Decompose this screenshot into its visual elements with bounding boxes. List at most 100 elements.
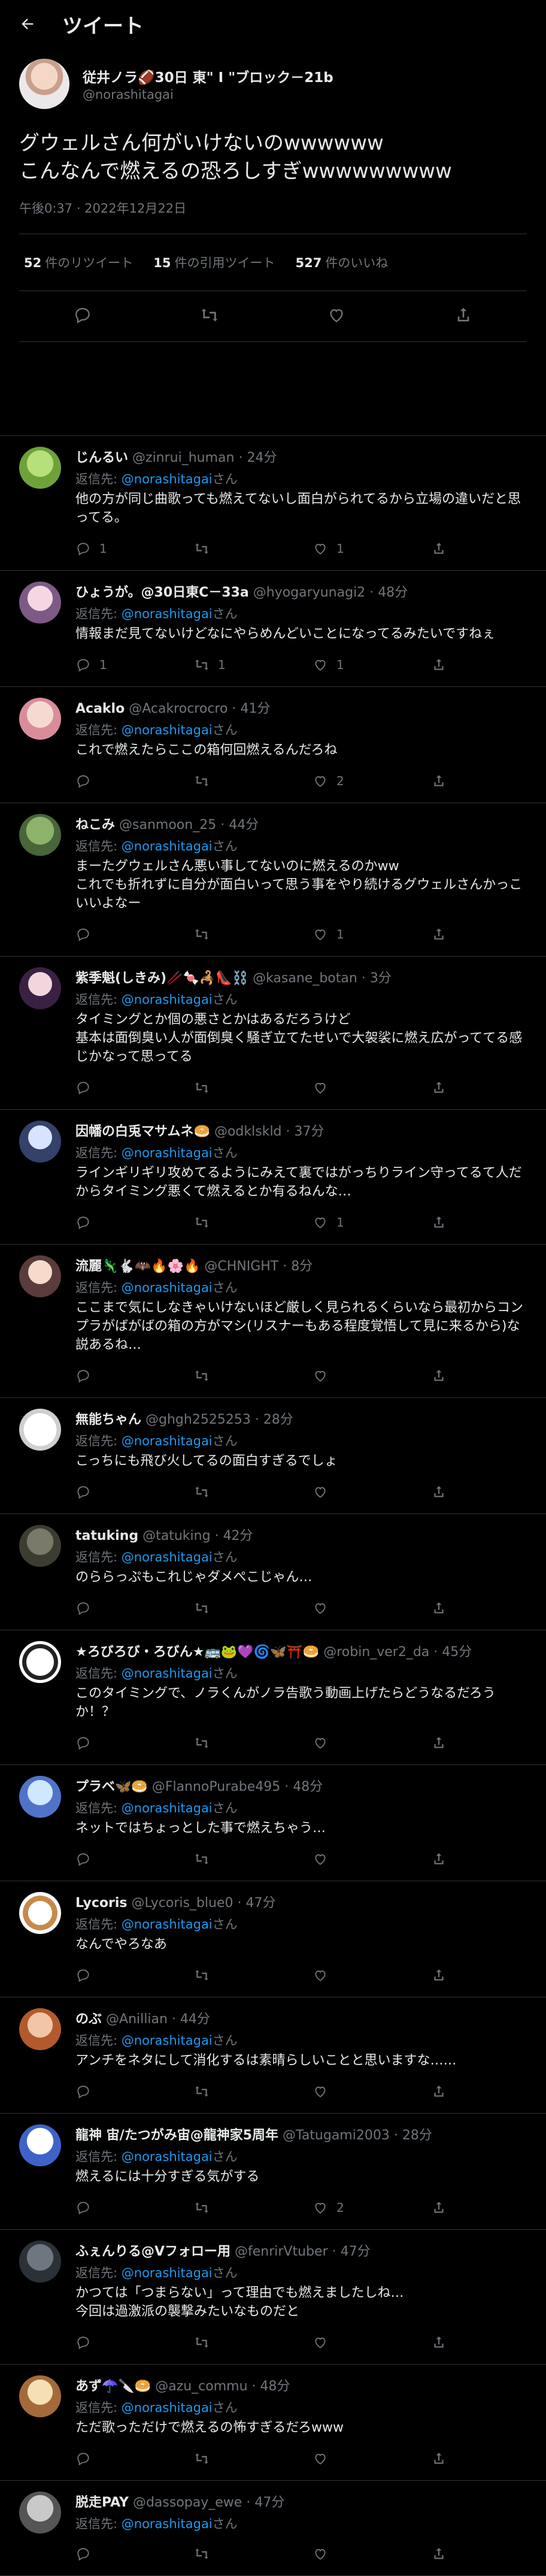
- reply-author-handle[interactable]: @CHNIGHT: [204, 1259, 278, 1274]
- reply-tweet[interactable]: 紫季魁(しきみ)🥢🍬🦂👠⛓️ @kasane_botan · 3分 返信先: @…: [0, 956, 546, 1110]
- reply-time[interactable]: · 48分: [284, 1779, 323, 1794]
- retweet-button[interactable]: [194, 927, 313, 942]
- reply-tweet[interactable]: 流麗🦎🐇🦇🔥🌸🔥 @CHNIGHT · 8分 返信先: @norashitaga…: [0, 1245, 546, 1398]
- reply-author-handle[interactable]: @tatuking: [142, 1528, 210, 1543]
- avatar[interactable]: [19, 1525, 61, 1567]
- share-button[interactable]: [431, 927, 447, 942]
- reply-tweet[interactable]: Lycoris @Lycoris_blue0 · 47分 返信先: @noras…: [0, 1881, 546, 1997]
- avatar[interactable]: [19, 1121, 61, 1163]
- reply-time[interactable]: · 8分: [283, 1259, 313, 1274]
- reply-to-mention[interactable]: @norashitagai: [122, 2401, 213, 2415]
- reply-to-mention[interactable]: @norashitagai: [122, 723, 213, 737]
- share-button[interactable]: [431, 1368, 447, 1384]
- reply-author-handle[interactable]: @azu_commu: [155, 2379, 247, 2394]
- reply-time[interactable]: · 3分: [362, 971, 392, 986]
- share-button[interactable]: [431, 1215, 447, 1230]
- reply-author-name[interactable]: あず☂️🔪🥯: [75, 2379, 151, 2394]
- avatar[interactable]: [19, 59, 69, 109]
- reply-to-mention[interactable]: @norashitagai: [122, 1801, 213, 1815]
- reply-button[interactable]: [75, 1735, 194, 1751]
- share-button[interactable]: [431, 2084, 447, 2099]
- reply-time[interactable]: · 45分: [433, 1645, 472, 1660]
- reply-author-name[interactable]: ねこみ: [75, 818, 115, 833]
- reply-button[interactable]: [75, 2200, 194, 2215]
- reply-author-name[interactable]: 流麗🦎🐇🦇🔥🌸🔥: [75, 1259, 200, 1274]
- avatar[interactable]: [19, 2492, 61, 2533]
- share-button[interactable]: [431, 657, 447, 673]
- like-button[interactable]: [313, 1080, 431, 1095]
- like-button[interactable]: [313, 1600, 431, 1616]
- reply-author-name[interactable]: 龍神 宙/たつがみ宙@龍神家5周年: [75, 2128, 278, 2143]
- retweet-button[interactable]: [194, 2335, 313, 2350]
- reply-tweet[interactable]: ねこみ @sanmoon_25 · 44分 返信先: @norashitagai…: [0, 803, 546, 956]
- avatar[interactable]: [19, 1892, 61, 1934]
- avatar[interactable]: [19, 814, 61, 856]
- retweet-button[interactable]: [194, 1600, 313, 1616]
- reply-author-handle[interactable]: @FlannoPurabe495: [152, 1779, 280, 1794]
- like-button[interactable]: 2: [313, 2200, 431, 2215]
- reply-time[interactable]: · 48分: [252, 2379, 290, 2394]
- share-button[interactable]: [431, 1851, 447, 1867]
- like-button[interactable]: [313, 1484, 431, 1500]
- reply-author-handle[interactable]: @robin_ver2_da: [323, 1645, 429, 1660]
- share-button[interactable]: [431, 1080, 447, 1095]
- reply-tweet[interactable]: ★ろびろび・ろびん★🚌🐸💜🌀🦋⛩️🥯 @robin_ver2_da · 45分 …: [0, 1630, 546, 1765]
- like-button[interactable]: [313, 2546, 431, 2562]
- share-button[interactable]: [431, 2335, 447, 2350]
- reply-author-handle[interactable]: @odklskld: [214, 1124, 282, 1139]
- reply-author-name[interactable]: Acaklo: [75, 701, 125, 716]
- reply-tweet[interactable]: のぶ @Anillian · 44分 返信先: @norashitagaiさん …: [0, 1997, 546, 2114]
- share-button[interactable]: [431, 1600, 447, 1616]
- avatar[interactable]: [19, 1255, 61, 1297]
- reply-button[interactable]: [75, 1215, 194, 1230]
- reply-author-name[interactable]: ふぇんりる@Vフォロー用: [75, 2244, 230, 2259]
- reply-time[interactable]: · 44分: [172, 2012, 210, 2027]
- share-button[interactable]: [431, 541, 447, 556]
- like-button[interactable]: [313, 1368, 431, 1384]
- reply-time[interactable]: · 48分: [369, 585, 408, 600]
- reply-button[interactable]: [75, 1967, 194, 1983]
- reply-tweet[interactable]: 因幡の白兎マサムネ🥯 @odklskld · 37分 返信先: @norashi…: [0, 1110, 546, 1245]
- reply-author-handle[interactable]: @fenrirVtuber: [235, 2244, 328, 2259]
- avatar[interactable]: [19, 2008, 61, 2050]
- reply-to-mention[interactable]: @norashitagai: [122, 992, 213, 1007]
- like-icon[interactable]: [327, 305, 346, 327]
- share-button[interactable]: [431, 1967, 447, 1983]
- like-button[interactable]: [313, 1967, 431, 1983]
- share-icon[interactable]: [454, 305, 473, 327]
- avatar[interactable]: [19, 1409, 61, 1451]
- reply-author-handle[interactable]: @dassopay_ewe: [133, 2495, 242, 2510]
- share-button[interactable]: [431, 773, 447, 789]
- retweet-button[interactable]: [194, 2200, 313, 2215]
- reply-time[interactable]: · 41分: [232, 701, 270, 716]
- author-name[interactable]: 従井ノラ🏈30日 東" I "ブロック－21b: [83, 66, 333, 86]
- reply-author-handle[interactable]: @zinrui_human: [132, 450, 234, 465]
- reply-time[interactable]: · 28分: [255, 1412, 293, 1427]
- share-button[interactable]: [431, 2546, 447, 2562]
- share-button[interactable]: [431, 1735, 447, 1751]
- reply-to-mention[interactable]: @norashitagai: [122, 839, 213, 853]
- reply-author-name[interactable]: プラベ🦋🥯: [75, 1779, 148, 1794]
- retweet-button[interactable]: [194, 2546, 313, 2562]
- reply-button[interactable]: 1: [75, 657, 194, 673]
- reply-tweet[interactable]: Acaklo @Acakrocrocro · 41分 返信先: @norashi…: [0, 687, 546, 803]
- reply-icon[interactable]: [73, 305, 92, 327]
- tweet-timestamp[interactable]: 午後0:37 · 2022年12月22日: [19, 199, 527, 234]
- reply-to-mention[interactable]: @norashitagai: [122, 1146, 213, 1160]
- reply-time[interactable]: · 37分: [286, 1124, 324, 1139]
- quote-count[interactable]: 15 件の引用ツイート: [153, 253, 275, 271]
- reply-time[interactable]: · 44分: [220, 818, 259, 833]
- reply-author-name[interactable]: Lycoris: [75, 1896, 128, 1911]
- reply-to-mention[interactable]: @norashitagai: [122, 1550, 213, 1564]
- reply-author-name[interactable]: tatuking: [75, 1528, 138, 1543]
- reply-time[interactable]: · 28分: [394, 2128, 432, 2143]
- reply-tweet[interactable]: じんるい @zinrui_human · 24分 返信先: @norashita…: [0, 436, 546, 571]
- reply-time[interactable]: · 42分: [215, 1528, 253, 1543]
- reply-button[interactable]: [75, 927, 194, 942]
- reply-button[interactable]: [75, 2546, 194, 2562]
- avatar[interactable]: [19, 1776, 61, 1818]
- like-button[interactable]: 2: [313, 773, 431, 789]
- share-button[interactable]: [431, 2200, 447, 2215]
- author-handle[interactable]: @norashitagai: [83, 87, 333, 102]
- reply-author-name[interactable]: 無能ちゃん: [75, 1412, 141, 1427]
